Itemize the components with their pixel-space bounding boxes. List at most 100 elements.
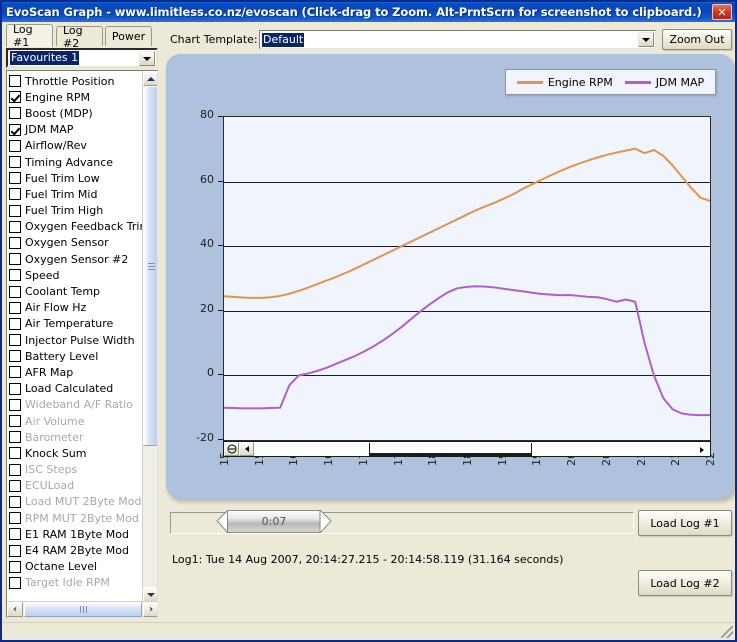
parameter-item[interactable]: Barometer — [9, 429, 143, 445]
resize-grip-icon[interactable] — [721, 626, 733, 638]
tab-log-1[interactable]: Log #1 — [6, 23, 53, 49]
playback-thumb[interactable]: 0:07 — [215, 507, 333, 537]
parameter-item[interactable]: Fuel Trim Low — [9, 170, 143, 186]
y-axis-tick-label: 60 — [200, 172, 214, 186]
parameter-item[interactable]: Knock Sum — [9, 445, 143, 461]
chart-template-label: Chart Template: — [170, 33, 258, 46]
parameter-item[interactable]: Air Flow Hz — [9, 300, 143, 316]
parameter-checkbox[interactable] — [9, 479, 21, 492]
parameter-item[interactable]: E4 RAM 2Byte Mod — [9, 542, 143, 558]
parameter-item[interactable]: Engine RPM — [9, 89, 143, 105]
chevron-down-icon[interactable] — [638, 32, 654, 47]
parameter-item[interactable]: Throttle Position — [9, 73, 143, 89]
parameter-item[interactable]: Battery Level — [9, 348, 143, 364]
parameter-item[interactable]: Fuel Trim High — [9, 203, 143, 219]
zoom-out-button[interactable]: Zoom Out — [662, 29, 732, 50]
parameter-checkbox[interactable] — [9, 350, 21, 363]
close-icon[interactable]: ✕ — [712, 4, 732, 20]
parameter-checkbox[interactable] — [9, 334, 21, 347]
chevron-down-icon[interactable] — [139, 51, 155, 66]
parameter-checkbox[interactable] — [9, 431, 21, 444]
parameter-item[interactable]: Speed — [9, 267, 143, 283]
parameter-item[interactable]: RPM MUT 2Byte Mod — [9, 510, 143, 526]
tab-log-2[interactable]: Log #2 — [56, 24, 103, 50]
scroll-left-icon[interactable]: ‹ — [7, 602, 23, 617]
parameter-checkbox[interactable] — [9, 463, 21, 476]
parameter-item[interactable]: Timing Advance — [9, 154, 143, 170]
chart-template-combobox[interactable]: Default — [259, 30, 656, 49]
parameter-checkbox[interactable] — [9, 560, 21, 573]
parameter-checkbox[interactable] — [9, 172, 21, 185]
circle-slash-icon[interactable] — [224, 442, 239, 456]
parameter-list-horizontal-scrollbar[interactable]: ‹ › — [7, 601, 157, 617]
scroll-right-icon[interactable]: › — [143, 602, 157, 617]
parameter-checkbox[interactable] — [9, 188, 21, 201]
parameter-item[interactable]: Air Temperature — [9, 316, 143, 332]
parameter-item[interactable]: Load Calculated — [9, 381, 143, 397]
parameter-item[interactable]: Wideband A/F Ratio — [9, 397, 143, 413]
parameter-item[interactable]: Oxygen Feedback Trim — [9, 219, 150, 235]
chart-scroll-right-icon[interactable] — [695, 443, 709, 456]
parameter-item[interactable]: AFR Map — [9, 364, 143, 380]
parameter-checkbox[interactable] — [9, 107, 21, 120]
parameter-checkbox[interactable] — [9, 544, 21, 557]
parameter-checkbox[interactable] — [9, 156, 21, 169]
parameter-checkbox[interactable] — [9, 220, 21, 233]
parameter-checkbox[interactable] — [9, 317, 21, 330]
parameter-checkbox[interactable] — [9, 495, 21, 508]
horizontal-scrollbar-thumb[interactable] — [24, 602, 142, 617]
parameter-checkbox[interactable] — [9, 301, 21, 314]
chart-scrollbar-thumb[interactable] — [369, 443, 532, 456]
parameter-checkbox[interactable] — [9, 204, 21, 217]
parameter-list-vertical-scrollbar[interactable] — [142, 71, 157, 602]
parameter-checkbox[interactable] — [9, 512, 21, 525]
parameter-checkbox[interactable] — [9, 415, 21, 428]
vertical-scrollbar-thumb[interactable] — [143, 86, 157, 446]
plot-area[interactable] — [223, 116, 711, 441]
parameter-checkbox[interactable] — [9, 447, 21, 460]
parameter-checkbox[interactable] — [9, 253, 21, 266]
scroll-up-icon[interactable] — [143, 71, 157, 86]
parameter-item[interactable]: Octane Level — [9, 559, 143, 575]
parameter-item[interactable]: Injector Pulse Width — [9, 332, 143, 348]
load-log-1-button[interactable]: Load Log #1 — [638, 510, 732, 536]
parameter-item[interactable]: Air Volume — [9, 413, 143, 429]
parameter-checkbox[interactable] — [9, 75, 21, 88]
log-tabs: Log #1 Log #2 Power — [6, 23, 161, 50]
chart-scroll-left-icon[interactable] — [239, 442, 254, 456]
parameter-checkbox[interactable] — [9, 528, 21, 541]
chart-horizontal-scrollbar[interactable] — [223, 441, 711, 457]
series-line — [224, 147, 710, 299]
parameter-checkbox[interactable] — [9, 91, 21, 104]
parameter-item[interactable]: Load MUT 2Byte Mod — [9, 494, 143, 510]
parameter-checkbox[interactable] — [9, 366, 21, 379]
y-axis-tick-label: 40 — [200, 237, 214, 251]
tab-power[interactable]: Power — [105, 26, 152, 46]
parameter-item[interactable]: ISC Steps — [9, 462, 143, 478]
parameter-label: Barometer — [25, 430, 84, 444]
parameter-item[interactable]: Fuel Trim Mid — [9, 186, 143, 202]
parameter-item[interactable]: Target Idle RPM — [9, 575, 143, 591]
parameter-item[interactable]: Coolant Temp — [9, 283, 143, 299]
parameter-checkbox[interactable] — [9, 576, 21, 589]
parameter-item[interactable]: ECULoad — [9, 478, 143, 494]
parameter-item[interactable]: Boost (MDP) — [9, 105, 143, 121]
parameter-label: Octane Level — [25, 560, 98, 574]
parameter-checkbox[interactable] — [9, 398, 21, 411]
favourites-combobox[interactable]: Favourites 1 — [6, 48, 158, 68]
parameter-item[interactable]: E1 RAM 1Byte Mod — [9, 526, 143, 542]
scroll-down-icon[interactable] — [143, 587, 157, 602]
parameter-checkbox[interactable] — [9, 285, 21, 298]
parameter-checkbox[interactable] — [9, 269, 21, 282]
chart-panel[interactable]: Engine RPM JDM MAP 80 60 40 20 0 -20 15 15 16 16… — [166, 54, 734, 499]
parameter-checkbox[interactable] — [9, 382, 21, 395]
load-log-2-button[interactable]: Load Log #2 — [638, 570, 732, 596]
parameter-item[interactable]: Oxygen Sensor #2 — [9, 251, 143, 267]
parameter-list[interactable]: Throttle Position Engine RPM Boost (MDP) JD… — [6, 70, 158, 618]
parameter-checkbox[interactable] — [9, 123, 21, 136]
parameter-checkbox[interactable] — [9, 236, 21, 249]
parameter-item[interactable]: JDM MAP — [9, 122, 143, 138]
parameter-item[interactable]: Airflow/Rev — [9, 138, 143, 154]
parameter-item[interactable]: Oxygen Sensor — [9, 235, 143, 251]
parameter-checkbox[interactable] — [9, 139, 21, 152]
